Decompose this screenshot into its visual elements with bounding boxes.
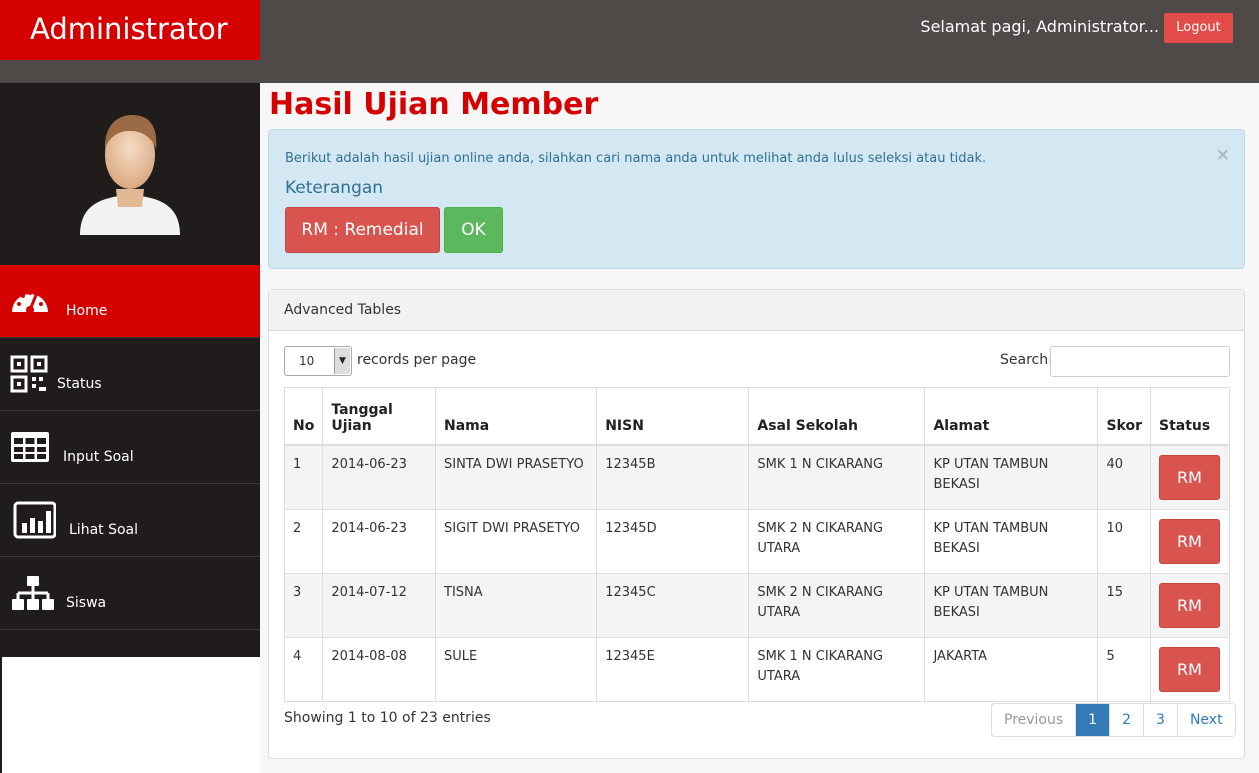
results-table: No Tanggal Ujian Nama NISN Asal Sekolah … <box>283 387 1231 702</box>
cell-status: RM <box>1149 636 1231 702</box>
table-row: 1 2014-06-23 SINTA DWI PRASETYO 12345B S… <box>283 444 1231 510</box>
search-label: Search: <box>1000 352 1053 368</box>
panel-title: Advanced Tables <box>269 290 1244 331</box>
table-grid-icon <box>11 432 49 462</box>
records-per-page-value: 10 <box>299 354 315 368</box>
sidebar-item-lihat-soal[interactable]: Lihat Soal <box>0 484 260 557</box>
close-icon[interactable]: × <box>1216 145 1230 165</box>
cell-status: RM <box>1149 572 1231 638</box>
top-navbar: Administrator Selamat pagi, Administrato… <box>0 0 1259 83</box>
cell-nama: SINTA DWI PRASETYO <box>434 444 598 510</box>
bar-chart-icon <box>13 501 56 539</box>
cell-skor: 15 <box>1097 572 1151 638</box>
sidebar-item-siswa[interactable]: Siswa <box>0 557 260 630</box>
advanced-tables-panel: Advanced Tables 10 ▼ records per page Se… <box>268 289 1245 759</box>
user-avatar-area <box>0 83 260 265</box>
status-rm-button[interactable]: RM <box>1158 518 1220 564</box>
column-header[interactable]: Asal Sekolah <box>748 387 926 446</box>
remedial-legend-button[interactable]: RM : Remedial <box>285 207 440 253</box>
sidebar-item-status[interactable]: Status <box>0 338 260 411</box>
pagination-page-3[interactable]: 3 <box>1143 704 1177 736</box>
cell-nisn: 12345D <box>596 508 750 574</box>
status-rm-button[interactable]: RM <box>1158 454 1220 500</box>
cell-no: 1 <box>283 444 324 510</box>
cell-alamat: KP UTAN TAMBUN BEKASI <box>924 508 1099 574</box>
pagination-page-2[interactable]: 2 <box>1109 704 1143 736</box>
alert-message: Berikut adalah hasil ujian online anda, … <box>285 151 987 166</box>
sitemap-icon <box>12 576 54 610</box>
alert-subtitle: Keterangan <box>285 178 384 198</box>
column-header[interactable]: NISN <box>596 387 750 446</box>
sidebar-item-label: Lihat Soal <box>69 522 139 538</box>
cell-nisn: 12345C <box>596 572 750 638</box>
chevron-down-icon[interactable]: ▼ <box>334 348 350 374</box>
cell-sekolah: SMK 1 N CIKARANG <box>748 444 926 510</box>
cell-skor: 5 <box>1097 636 1151 702</box>
status-rm-button[interactable]: RM <box>1158 582 1220 628</box>
cell-alamat: KP UTAN TAMBUN BEKASI <box>924 444 1099 510</box>
cell-alamat: JAKARTA <box>924 636 1099 702</box>
cell-no: 4 <box>283 636 324 702</box>
ok-legend-button[interactable]: OK <box>444 207 503 253</box>
cell-sekolah: SMK 2 N CIKARANG UTARA <box>748 508 926 574</box>
qr-code-icon <box>10 355 48 393</box>
table-header-row: No Tanggal Ujian Nama NISN Asal Sekolah … <box>283 387 1231 446</box>
user-avatar-icon <box>80 115 180 235</box>
cell-sekolah: SMK 2 N CIKARANG UTARA <box>748 572 926 638</box>
cell-status: RM <box>1149 444 1231 510</box>
sidebar: Home Status Input Soal Lihat Soal Siswa <box>0 83 260 773</box>
cell-tanggal: 2014-06-23 <box>322 444 436 510</box>
cell-nama: TISNA <box>434 572 598 638</box>
cell-status: RM <box>1149 508 1231 574</box>
column-header[interactable]: No <box>283 387 324 446</box>
greeting-text: Selamat pagi, Administrator... <box>920 17 1159 36</box>
column-header[interactable]: Nama <box>434 387 598 446</box>
cell-tanggal: 2014-07-12 <box>322 572 436 638</box>
records-per-page-select[interactable]: 10 ▼ <box>284 346 352 376</box>
table-row: 3 2014-07-12 TISNA 12345C SMK 2 N CIKARA… <box>283 572 1231 638</box>
sidebar-item-label: Input Soal <box>63 449 134 465</box>
pagination-next[interactable]: Next <box>1176 704 1235 736</box>
sidebar-empty-area <box>0 657 260 773</box>
table-info: Showing 1 to 10 of 23 entries <box>284 710 491 726</box>
records-per-page-label: records per page <box>357 352 477 368</box>
pagination-previous[interactable]: Previous <box>992 704 1075 736</box>
column-header[interactable]: Status <box>1149 387 1231 446</box>
page-title: Hasil Ujian Member <box>269 87 599 122</box>
sidebar-item-input-soal[interactable]: Input Soal <box>0 411 260 484</box>
status-rm-button[interactable]: RM <box>1158 646 1220 692</box>
cell-nama: SIGIT DWI PRASETYO <box>434 508 598 574</box>
pagination-page-1[interactable]: 1 <box>1075 704 1110 736</box>
pagination: Previous 1 2 3 Next <box>991 703 1236 737</box>
sidebar-item-label: Home <box>66 303 108 319</box>
column-header[interactable]: Tanggal Ujian <box>322 387 436 446</box>
table-row: 4 2014-08-08 SULE 12345E SMK 1 N CIKARAN… <box>283 636 1231 702</box>
cell-skor: 40 <box>1097 444 1151 510</box>
cell-alamat: KP UTAN TAMBUN BEKASI <box>924 572 1099 638</box>
column-header[interactable]: Skor <box>1097 387 1151 446</box>
cell-nama: SULE <box>434 636 598 702</box>
cell-tanggal: 2014-06-23 <box>322 508 436 574</box>
table-row: 2 2014-06-23 SIGIT DWI PRASETYO 12345D S… <box>283 508 1231 574</box>
sidebar-item-label: Siswa <box>66 595 107 611</box>
cell-sekolah: SMK 1 N CIKARANG UTARA <box>748 636 926 702</box>
column-header[interactable]: Alamat <box>924 387 1099 446</box>
cell-skor: 10 <box>1097 508 1151 574</box>
cell-no: 2 <box>283 508 324 574</box>
sidebar-item-label: Status <box>57 376 102 392</box>
cell-nisn: 12345E <box>596 636 750 702</box>
logout-button[interactable]: Logout <box>1164 13 1233 43</box>
dashboard-gauge-icon <box>12 291 48 314</box>
main-content: Hasil Ujian Member Berikut adalah hasil … <box>260 83 1259 773</box>
info-alert: Berikut adalah hasil ujian online anda, … <box>268 129 1245 269</box>
cell-nisn: 12345B <box>596 444 750 510</box>
search-input[interactable] <box>1050 346 1230 377</box>
cell-no: 3 <box>283 572 324 638</box>
brand-title[interactable]: Administrator <box>0 0 260 60</box>
cell-tanggal: 2014-08-08 <box>322 636 436 702</box>
sidebar-item-home[interactable]: Home <box>0 265 260 338</box>
